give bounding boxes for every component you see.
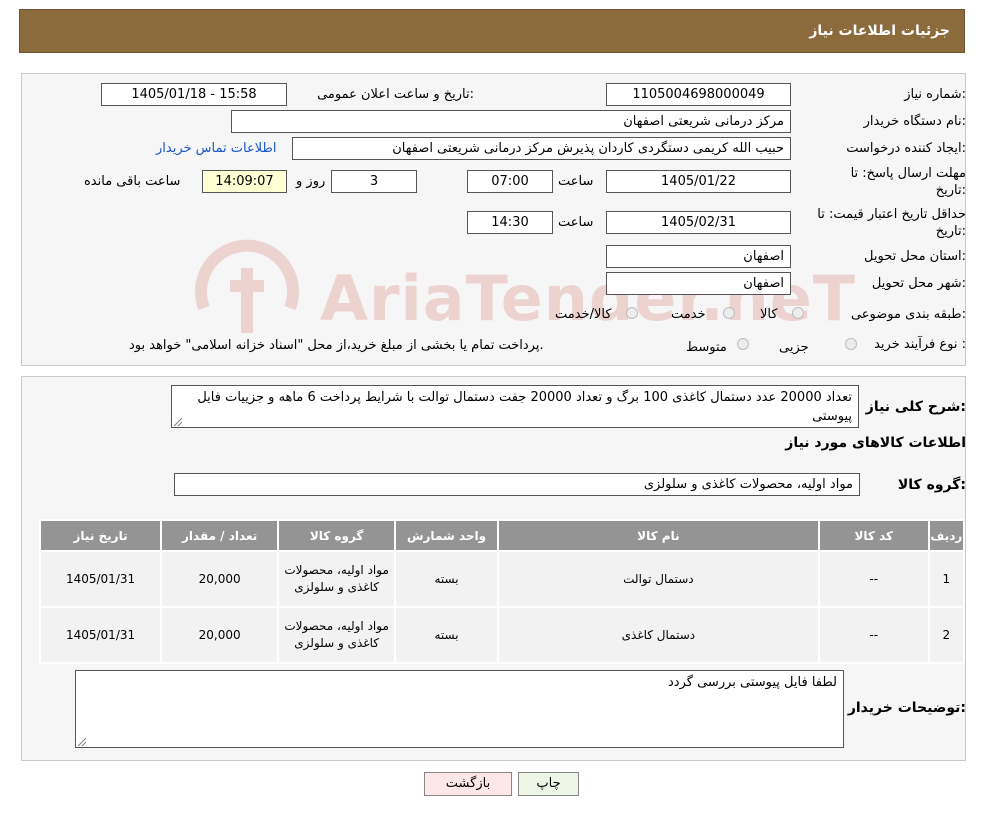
- price-validity-label-2: تاریخ:: [935, 224, 966, 239]
- category-option-goods: کالا: [760, 307, 778, 322]
- print-button[interactable]: چاپ: [518, 772, 579, 796]
- city-label: شهر محل تحویل:: [871, 276, 966, 291]
- category-radio-service[interactable]: [723, 307, 735, 319]
- reply-time-label: ساعت: [558, 174, 594, 189]
- price-time-label: ساعت: [558, 215, 594, 230]
- remaining-days-field: 3: [331, 170, 417, 193]
- province-label: استان محل تحویل:: [864, 249, 966, 264]
- price-time-field: 14:30: [467, 211, 553, 234]
- cell-goods-code: --: [817, 606, 930, 664]
- process-option-minor: جزیی: [779, 340, 809, 355]
- cell-need-date: 1405/01/31: [38, 550, 163, 608]
- goods-group-field: مواد اولیه، محصولات کاغذی و سلولزی: [174, 473, 860, 496]
- cell-need-date: 1405/01/31: [38, 606, 163, 664]
- need-number-label: شماره نیاز:: [904, 87, 966, 102]
- items-table: ردیف کد کالا نام کالا واحد شمارش گروه کا…: [38, 519, 966, 664]
- cell-goods-code: --: [817, 550, 930, 608]
- creator-field: حبیب الله کریمی دستگردی کاردان پذیرش مرک…: [292, 137, 791, 160]
- buyer-org-field: مرکز درمانی شریعتی اصفهان: [231, 110, 791, 133]
- remaining-time-field: 14:09:07: [202, 170, 287, 193]
- category-label: طبقه بندی موضوعی:: [850, 307, 966, 322]
- col-quantity: تعداد / مقدار: [160, 519, 280, 552]
- reply-date-field: 1405/01/22: [606, 170, 791, 193]
- resize-grip-icon[interactable]: [78, 738, 86, 746]
- cell-quantity: 20,000: [160, 606, 280, 664]
- announce-label: تاریخ و ساعت اعلان عمومی:: [317, 87, 474, 102]
- cell-unit: بسته: [394, 550, 499, 608]
- reply-deadline-label: مهلت ارسال پاسخ: تا: [850, 166, 966, 181]
- price-date-field: 1405/02/31: [606, 211, 791, 234]
- buyer-contact-link[interactable]: اطلاعات تماس خریدار: [156, 141, 276, 156]
- page-title: جزئیات اطلاعات نیاز: [809, 23, 950, 39]
- table-row: 1 -- دستمال توالت بسته مواد اولیه، محصول…: [38, 550, 966, 608]
- process-payment-note: پرداخت تمام یا بخشی از مبلغ خرید،از محل …: [129, 338, 544, 353]
- buyer-notes-label: توضیحات خریدار:: [847, 700, 966, 716]
- buyer-notes-textarea[interactable]: لطفا فایل پیوستی بررسی گردد: [75, 670, 844, 748]
- announce-datetime-field: 1405/01/18 - 15:58: [101, 83, 287, 106]
- process-label: نوع فرآیند خرید :: [874, 337, 966, 352]
- city-field: اصفهان: [606, 272, 791, 295]
- process-radio-medium[interactable]: [737, 338, 749, 350]
- category-option-service: خدمت: [671, 307, 706, 322]
- items-heading: اطلاعات کالاهای مورد نیاز: [785, 435, 966, 451]
- price-validity-label: حداقل تاریخ اعتبار قیمت: تا: [817, 207, 966, 222]
- province-field: اصفهان: [606, 245, 791, 268]
- category-option-goods-service: کالا/خدمت: [555, 307, 612, 322]
- buyer-org-label: نام دستگاه خریدار:: [863, 114, 966, 129]
- description-label: شرح کلی نیاز:: [865, 399, 966, 415]
- goods-group-label: گروه کالا:: [897, 477, 966, 493]
- col-goods-code: کد کالا: [817, 519, 930, 552]
- reply-deadline-label-2: تاریخ:: [935, 183, 966, 198]
- cell-goods-group: مواد اولیه، محصولات کاغذی و سلولزی: [277, 606, 397, 664]
- cell-row-number: 1: [927, 550, 966, 608]
- category-radio-goods-service[interactable]: [626, 307, 638, 319]
- description-textarea[interactable]: تعداد 20000 عدد دستمال کاغذی 100 برگ و ت…: [171, 385, 859, 428]
- remaining-label: ساعت باقی مانده: [84, 174, 181, 189]
- page-header: جزئیات اطلاعات نیاز: [19, 9, 965, 53]
- cell-row-number: 2: [927, 606, 966, 664]
- col-unit: واحد شمارش: [394, 519, 499, 552]
- col-goods-group: گروه کالا: [277, 519, 397, 552]
- resize-grip-icon[interactable]: [174, 418, 182, 426]
- cell-goods-name: دستمال کاغذی: [497, 606, 820, 664]
- need-number-field: 1105004698000049: [606, 83, 791, 106]
- cell-unit: بسته: [394, 606, 499, 664]
- col-row-number: ردیف: [927, 519, 966, 552]
- process-option-medium: متوسط: [686, 340, 727, 355]
- table-header-row: ردیف کد کالا نام کالا واحد شمارش گروه کا…: [38, 519, 966, 552]
- back-button[interactable]: بازگشت: [424, 772, 512, 796]
- col-need-date: تاریخ نیاز: [38, 519, 163, 552]
- description-text: تعداد 20000 عدد دستمال کاغذی 100 برگ و ت…: [197, 390, 852, 424]
- table-row: 2 -- دستمال کاغذی بسته مواد اولیه، محصول…: [38, 606, 966, 664]
- cell-quantity: 20,000: [160, 550, 280, 608]
- process-radio-minor[interactable]: [845, 338, 857, 350]
- category-radio-goods[interactable]: [792, 307, 804, 319]
- creator-label: ایجاد کننده درخواست:: [846, 141, 966, 156]
- col-goods-name: نام کالا: [497, 519, 820, 552]
- cell-goods-name: دستمال توالت: [497, 550, 820, 608]
- cell-goods-group: مواد اولیه، محصولات کاغذی و سلولزی: [277, 550, 397, 608]
- buyer-notes-text: لطفا فایل پیوستی بررسی گردد: [668, 675, 837, 690]
- days-label: روز و: [296, 174, 326, 189]
- reply-time-field: 07:00: [467, 170, 553, 193]
